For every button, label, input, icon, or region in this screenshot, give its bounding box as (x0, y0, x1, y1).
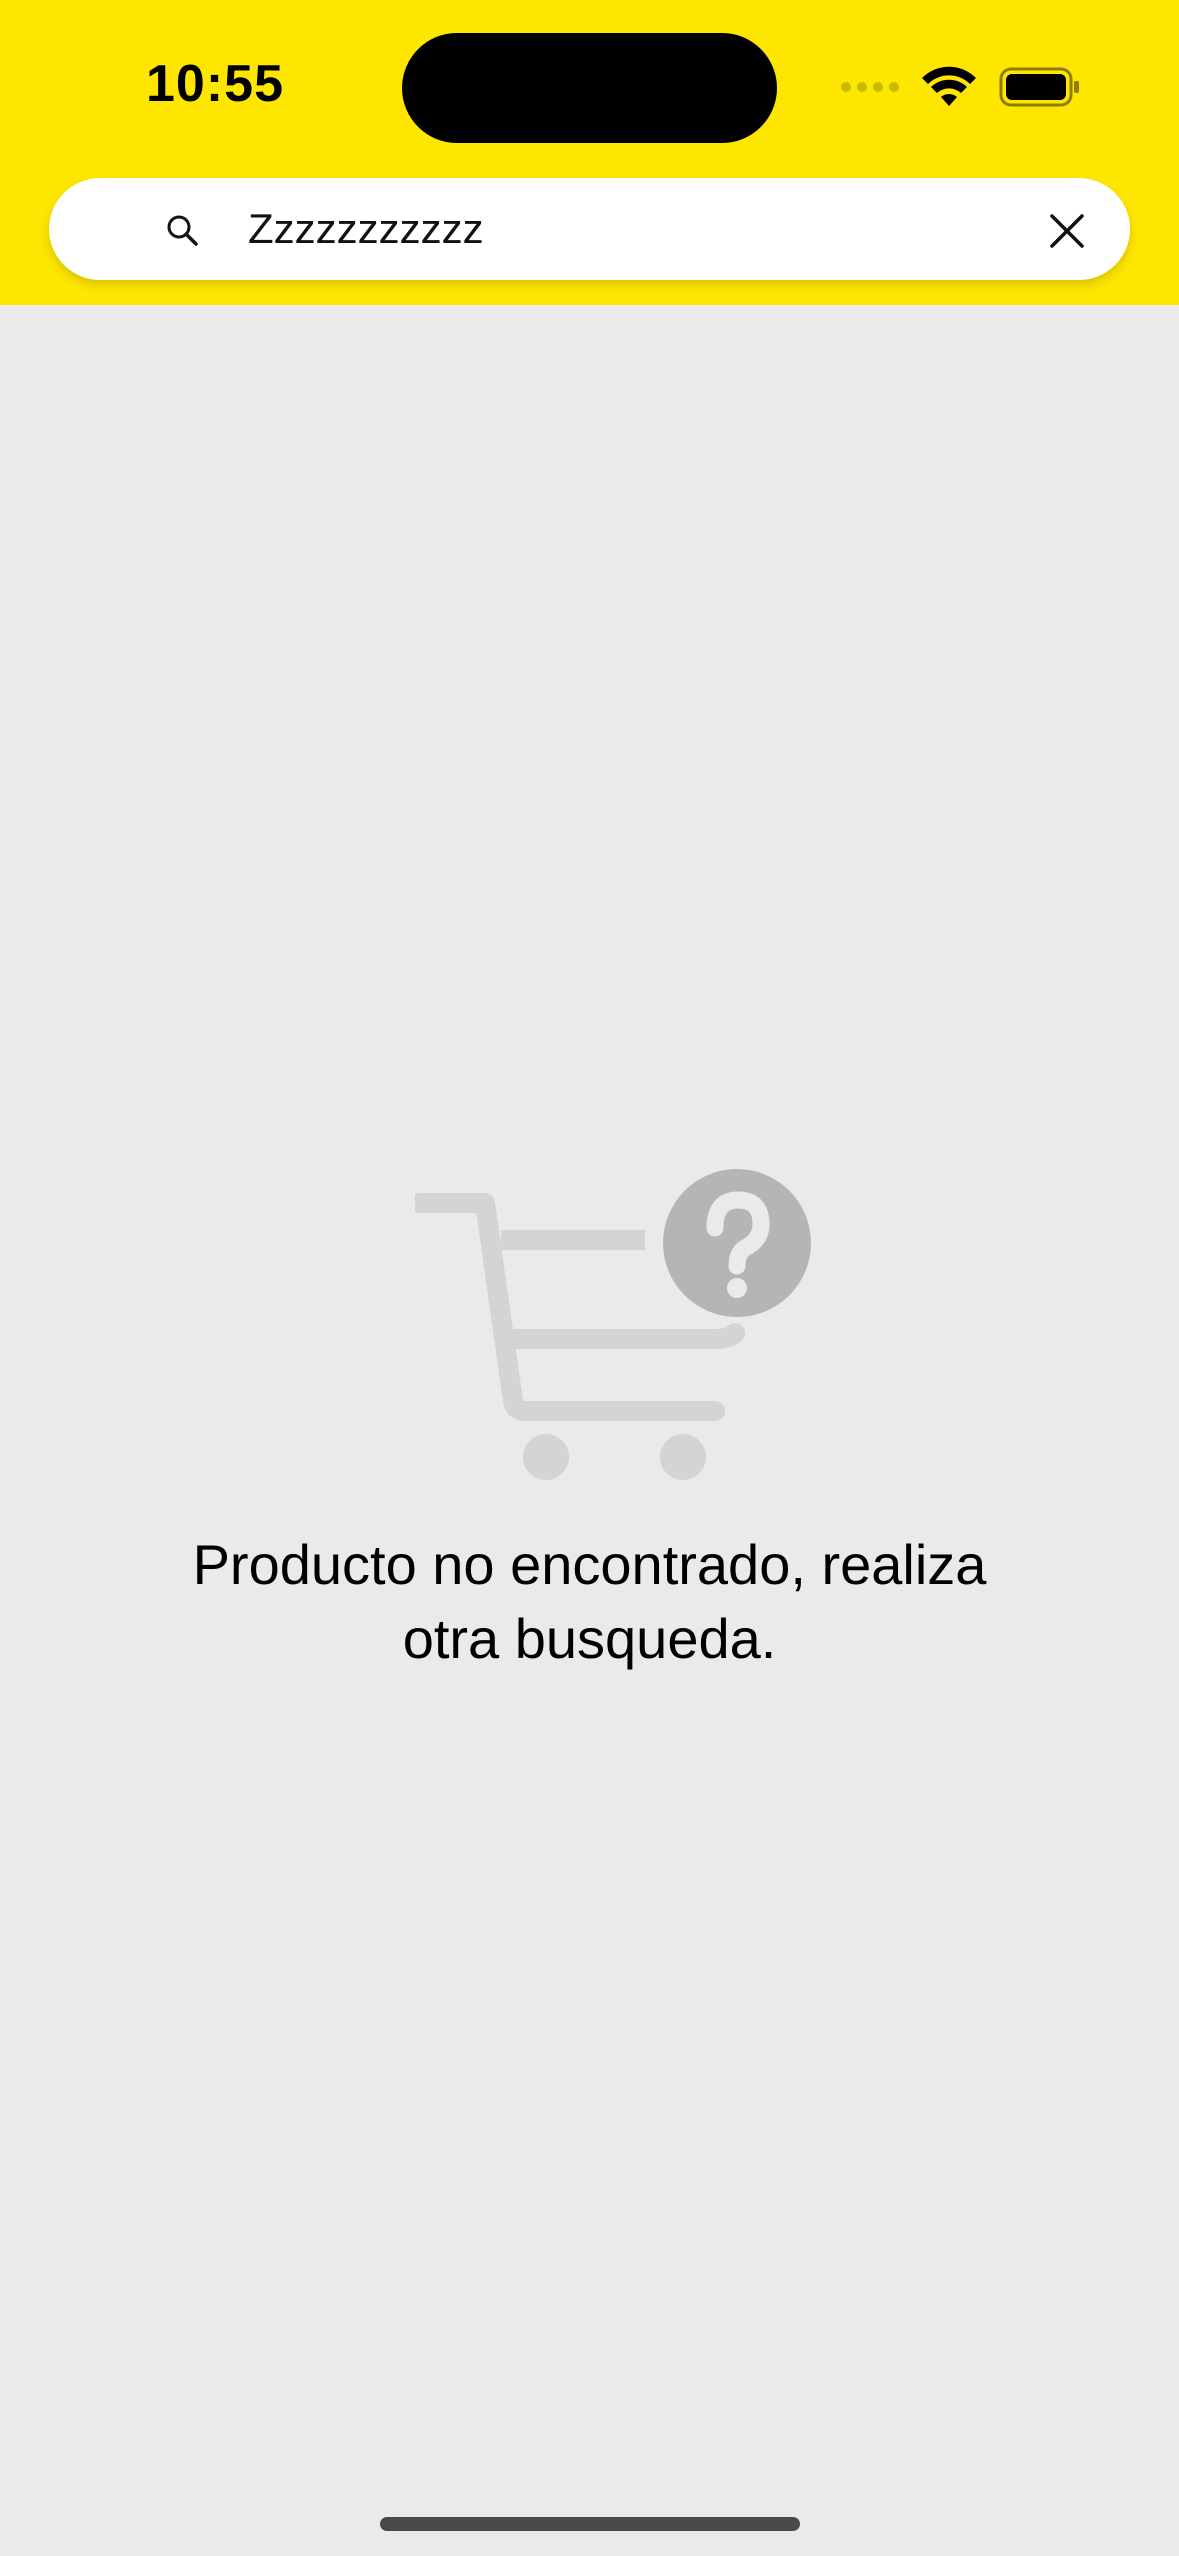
status-icons (841, 62, 1081, 112)
cart-question-icon (415, 1169, 811, 1480)
empty-message-line2: otra busqueda. (402, 1607, 777, 1670)
search-input[interactable] (248, 196, 1048, 262)
cellular-signal-icon (841, 82, 899, 92)
close-icon[interactable] (1048, 212, 1086, 250)
search-bar[interactable] (49, 178, 1130, 280)
dynamic-island (402, 33, 777, 143)
empty-message-line1: Producto no encontrado, realiza (192, 1533, 987, 1596)
empty-state-message: Producto no encontrado, realiza otra bus… (100, 1528, 1079, 1676)
status-time: 10:55 (146, 55, 284, 113)
home-indicator[interactable] (380, 2517, 800, 2531)
battery-icon (999, 67, 1079, 107)
wifi-icon (922, 66, 976, 106)
search-icon (167, 215, 198, 246)
screen: 10:55 Zzzzzzzzzzz Producto no encontrado… (0, 0, 1179, 2556)
